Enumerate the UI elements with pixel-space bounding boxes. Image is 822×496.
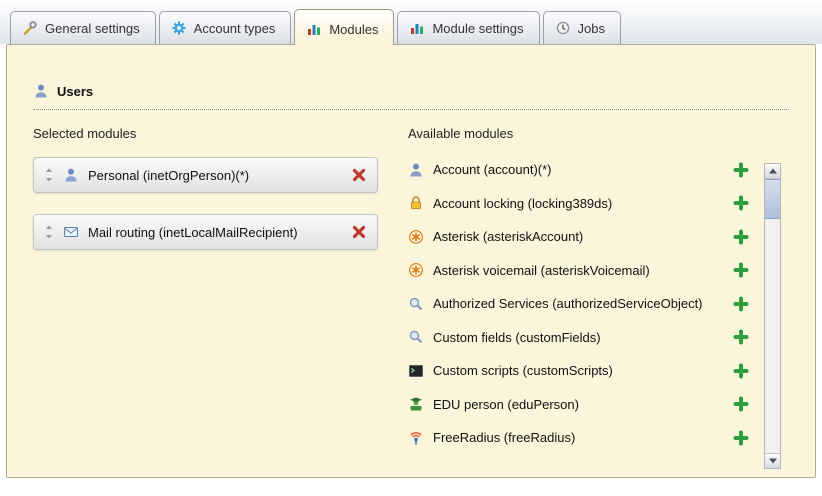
add-module-button[interactable]: [733, 430, 749, 446]
module-label: EDU person (eduPerson): [433, 397, 724, 412]
module-label: Account locking (locking389ds): [433, 196, 724, 211]
selected-modules-heading: Selected modules: [33, 126, 408, 141]
plus-icon: [733, 430, 749, 446]
module-label: FreeRadius (freeRadius): [433, 430, 724, 445]
graduate-icon: [408, 396, 424, 412]
plus-icon: [733, 162, 749, 178]
plus-icon: [733, 363, 749, 379]
remove-module-button[interactable]: [351, 224, 367, 240]
tab-label: Modules: [329, 22, 378, 37]
plus-icon: [733, 396, 749, 412]
plus-icon: [733, 229, 749, 245]
selected-modules-column: Selected modules Personal (inetOrgPerson…: [33, 126, 408, 455]
lam-configuration-page: General settings Account types Modules M…: [0, 0, 822, 496]
available-module-row: Account locking (locking389ds): [408, 187, 749, 221]
module-label: Authorized Services (authorizedServiceOb…: [433, 296, 724, 311]
available-module-row: Custom fields (customFields): [408, 321, 749, 355]
tab-label: Jobs: [578, 21, 605, 36]
magnifier-icon: [408, 296, 424, 312]
available-module-row: EDU person (eduPerson): [408, 388, 749, 422]
available-module-row: FreeRadius (freeRadius): [408, 421, 749, 455]
modules-panel: Users Selected modules Personal (inetOrg…: [6, 44, 816, 478]
module-label: Account (account)(*): [433, 162, 724, 177]
mail-icon: [63, 224, 79, 240]
available-module-row: Asterisk (asteriskAccount): [408, 220, 749, 254]
bar-chart-icon: [306, 21, 322, 37]
plus-icon: [733, 262, 749, 278]
available-modules-scrollbar[interactable]: [764, 163, 781, 469]
add-module-button[interactable]: [733, 363, 749, 379]
section-title: Users: [57, 84, 93, 99]
drag-handle-icon[interactable]: [44, 168, 54, 182]
delete-icon: [351, 224, 367, 240]
available-modules-column: Available modules Account (account)(*): [408, 126, 789, 455]
gear-icon: [171, 20, 187, 36]
wrench-icon: [22, 20, 38, 36]
plus-icon: [733, 195, 749, 211]
remove-module-button[interactable]: [351, 167, 367, 183]
add-module-button[interactable]: [733, 262, 749, 278]
module-label: Custom scripts (customScripts): [433, 363, 724, 378]
module-label: Custom fields (customFields): [433, 330, 724, 345]
tab-general-settings[interactable]: General settings: [10, 11, 156, 44]
module-columns: Selected modules Personal (inetOrgPerson…: [7, 110, 815, 455]
arrow-up-icon: [769, 169, 777, 174]
drag-handle-icon[interactable]: [44, 225, 54, 239]
person-icon: [63, 167, 79, 183]
module-label: Asterisk voicemail (asteriskVoicemail): [433, 263, 724, 278]
available-module-row: Asterisk voicemail (asteriskVoicemail): [408, 254, 749, 288]
available-modules-heading: Available modules: [408, 126, 789, 141]
scrollbar-thumb[interactable]: [765, 179, 780, 219]
antenna-icon: [408, 430, 424, 446]
add-module-button[interactable]: [733, 396, 749, 412]
asterisk-icon: [408, 262, 424, 278]
tab-label: Account types: [194, 21, 276, 36]
available-module-row: Authorized Services (authorizedServiceOb…: [408, 287, 749, 321]
module-label: Personal (inetOrgPerson)(*): [88, 168, 342, 183]
delete-icon: [351, 167, 367, 183]
plus-icon: [733, 296, 749, 312]
add-module-button[interactable]: [733, 162, 749, 178]
tab-label: Module settings: [432, 21, 523, 36]
person-icon: [408, 162, 424, 178]
tab-modules[interactable]: Modules: [294, 9, 394, 45]
scroll-up-button[interactable]: [765, 164, 780, 179]
tab-module-settings[interactable]: Module settings: [397, 11, 539, 44]
tab-bar: General settings Account types Modules M…: [0, 0, 822, 44]
tab-label: General settings: [45, 21, 140, 36]
add-module-button[interactable]: [733, 329, 749, 345]
module-label: Mail routing (inetLocalMailRecipient): [88, 225, 342, 240]
magnifier-icon: [408, 329, 424, 345]
terminal-icon: [408, 363, 424, 379]
plus-icon: [733, 329, 749, 345]
available-module-row: Custom scripts (customScripts): [408, 354, 749, 388]
module-label: Asterisk (asteriskAccount): [433, 229, 724, 244]
clock-icon: [555, 20, 571, 36]
bar-chart-icon: [409, 20, 425, 36]
asterisk-icon: [408, 229, 424, 245]
tab-account-types[interactable]: Account types: [159, 11, 292, 44]
available-module-row: Account (account)(*): [408, 153, 749, 187]
add-module-button[interactable]: [733, 296, 749, 312]
tab-jobs[interactable]: Jobs: [543, 11, 621, 44]
add-module-button[interactable]: [733, 229, 749, 245]
selected-module-row[interactable]: Personal (inetOrgPerson)(*): [33, 157, 378, 193]
scroll-down-button[interactable]: [765, 453, 780, 468]
lock-icon: [408, 195, 424, 211]
arrow-down-icon: [769, 459, 777, 464]
users-section-header: Users: [33, 83, 789, 110]
selected-module-row[interactable]: Mail routing (inetLocalMailRecipient): [33, 214, 378, 250]
add-module-button[interactable]: [733, 195, 749, 211]
user-icon: [33, 83, 49, 99]
